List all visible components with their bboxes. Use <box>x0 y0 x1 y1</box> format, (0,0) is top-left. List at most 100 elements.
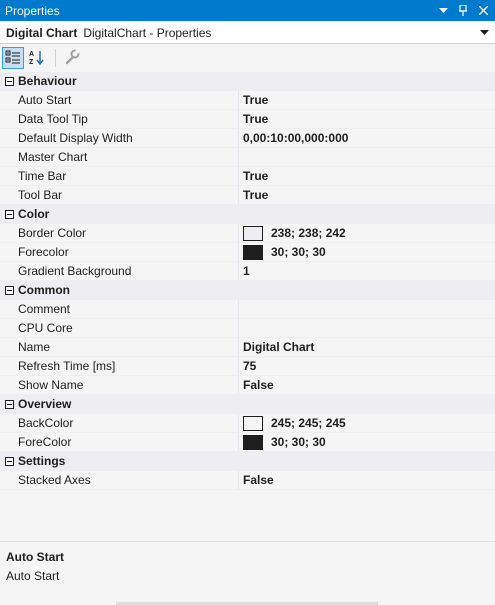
collapse-icon[interactable] <box>0 456 18 466</box>
property-row[interactable]: ForeColor 30; 30; 30 <box>0 433 495 452</box>
property-row[interactable]: Gradient Background 1 <box>0 262 495 281</box>
object-name: Digital Chart <box>6 25 78 40</box>
property-value[interactable]: True <box>239 167 495 185</box>
property-value[interactable]: 245; 245; 245 <box>239 414 495 432</box>
category-color[interactable]: Color <box>0 205 495 224</box>
svg-text:A: A <box>29 51 34 58</box>
property-row[interactable]: Stacked Axes False <box>0 471 495 490</box>
category-overview[interactable]: Overview <box>0 395 495 414</box>
property-row[interactable]: Name Digital Chart <box>0 338 495 357</box>
description-text: Auto Start <box>6 569 60 583</box>
property-value[interactable]: True <box>239 186 495 204</box>
object-type: DigitalChart - Properties <box>83 25 212 40</box>
property-value[interactable]: True <box>239 110 495 128</box>
property-value[interactable]: 0,00:10:00,000:000 <box>239 129 495 147</box>
property-name: Comment <box>0 300 239 318</box>
property-value[interactable]: False <box>239 376 495 394</box>
property-value[interactable] <box>239 148 495 166</box>
property-value-text: Digital Chart <box>243 340 315 354</box>
property-name: Name <box>0 338 239 356</box>
property-name: Gradient Background <box>0 262 239 280</box>
pin-icon[interactable] <box>455 3 471 19</box>
property-pages-button[interactable] <box>61 47 83 69</box>
category-behaviour[interactable]: Behaviour <box>0 72 495 91</box>
color-swatch <box>243 415 263 431</box>
property-value[interactable]: False <box>239 471 495 489</box>
property-name: Data Tool Tip <box>0 110 239 128</box>
property-name: Master Chart <box>0 148 239 166</box>
property-row[interactable]: Tool Bar True <box>0 186 495 205</box>
property-name: CPU Core <box>0 319 239 337</box>
collapse-icon[interactable] <box>0 399 18 409</box>
property-value-text: False <box>243 473 274 487</box>
property-value-text: 238; 238; 242 <box>271 226 346 240</box>
property-value[interactable]: Digital Chart <box>239 338 495 356</box>
property-value[interactable]: 30; 30; 30 <box>239 243 495 261</box>
description-title: Auto Start <box>6 550 64 564</box>
svg-text:Z: Z <box>29 59 34 65</box>
property-row[interactable]: BackColor 245; 245; 245 <box>0 414 495 433</box>
property-row[interactable]: Data Tool Tip True <box>0 110 495 129</box>
color-swatch <box>243 244 263 260</box>
property-value[interactable] <box>239 319 495 337</box>
property-name: BackColor <box>0 414 239 432</box>
property-name: Time Bar <box>0 167 239 185</box>
category-common[interactable]: Common <box>0 281 495 300</box>
categorized-button[interactable] <box>2 47 24 69</box>
category-label: Settings <box>18 454 66 468</box>
property-value-text: 1 <box>243 264 250 278</box>
property-grid: Behaviour Auto Start True Data Tool Tip True… <box>0 72 495 540</box>
property-value-text: 30; 30; 30 <box>271 435 326 449</box>
property-value-text: 75 <box>243 359 257 373</box>
property-value[interactable]: 1 <box>239 262 495 280</box>
property-value-text: True <box>243 188 269 202</box>
property-row[interactable]: Comment <box>0 300 495 319</box>
category-label: Behaviour <box>18 74 77 88</box>
property-name: Show Name <box>0 376 239 394</box>
property-value[interactable]: 30; 30; 30 <box>239 433 495 451</box>
object-selector[interactable]: Digital Chart DigitalChart - Properties <box>0 22 495 44</box>
category-settings[interactable]: Settings <box>0 452 495 471</box>
property-row[interactable]: Default Display Width 0,00:10:00,000:000 <box>0 129 495 148</box>
wrench-icon <box>64 48 80 68</box>
color-swatch <box>243 225 263 241</box>
property-value[interactable]: 75 <box>239 357 495 375</box>
property-row[interactable]: Time Bar True <box>0 167 495 186</box>
categorized-icon <box>5 49 21 68</box>
property-value-text: True <box>243 93 269 107</box>
property-row[interactable]: Border Color 238; 238; 242 <box>0 224 495 243</box>
window-title: Properties <box>5 3 60 18</box>
property-row[interactable]: Refresh Time [ms] 75 <box>0 357 495 376</box>
category-label: Overview <box>18 397 72 411</box>
property-value-text: True <box>243 169 269 183</box>
alphabetical-button[interactable]: A Z <box>26 47 48 69</box>
property-name: Default Display Width <box>0 129 239 147</box>
property-name: Stacked Axes <box>0 471 239 489</box>
property-name: ForeColor <box>0 433 239 451</box>
close-icon[interactable] <box>475 3 491 19</box>
property-name: Forecolor <box>0 243 239 261</box>
property-name: Tool Bar <box>0 186 239 204</box>
property-value-text: False <box>243 378 274 392</box>
description-panel: Auto Start Auto Start <box>0 541 495 605</box>
property-value[interactable]: True <box>239 91 495 109</box>
property-value[interactable] <box>239 300 495 318</box>
property-row[interactable]: Forecolor 30; 30; 30 <box>0 243 495 262</box>
collapse-icon[interactable] <box>0 76 18 86</box>
property-name: Refresh Time [ms] <box>0 357 239 375</box>
property-row[interactable]: CPU Core <box>0 319 495 338</box>
property-value-text: 0,00:10:00,000:000 <box>243 131 349 145</box>
property-value-text: 30; 30; 30 <box>271 245 326 259</box>
collapse-icon[interactable] <box>0 285 18 295</box>
property-row[interactable]: Show Name False <box>0 376 495 395</box>
property-value-text: 245; 245; 245 <box>271 416 346 430</box>
chevron-down-icon[interactable] <box>477 29 491 36</box>
collapse-icon[interactable] <box>0 209 18 219</box>
property-value-text: True <box>243 112 269 126</box>
property-row[interactable]: Auto Start True <box>0 91 495 110</box>
property-row[interactable]: Master Chart <box>0 148 495 167</box>
alphabetical-icon: A Z <box>29 49 45 68</box>
category-label: Color <box>18 207 50 221</box>
property-value[interactable]: 238; 238; 242 <box>239 224 495 242</box>
chevron-down-icon[interactable] <box>435 3 451 19</box>
